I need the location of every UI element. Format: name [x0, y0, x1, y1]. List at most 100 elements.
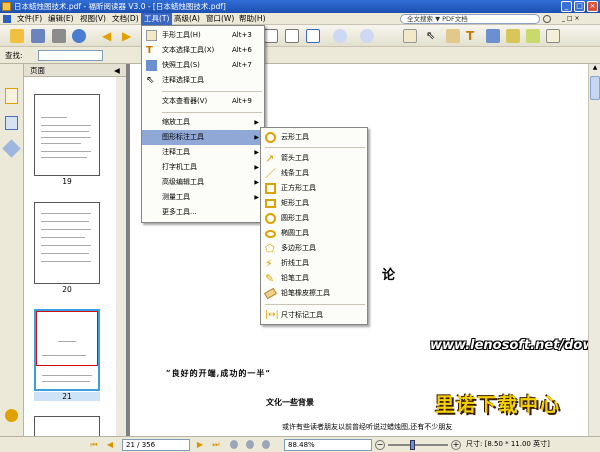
shape-tools-submenu: 云形工具 ↗ 箭头工具 ／ 线条工具 正方形工具 矩形工具 圆形工具 椭圆工具 …: [260, 127, 368, 325]
submenu-item-dimension[interactable]: |↔| 尺寸标记工具: [261, 308, 367, 323]
menu-edit[interactable]: 编辑(E): [45, 13, 77, 25]
menu-window[interactable]: 窗口(W): [203, 13, 237, 25]
panel-scrollbar[interactable]: [116, 77, 126, 436]
find-input[interactable]: [38, 50, 103, 61]
fit-width-icon[interactable]: [306, 29, 320, 43]
bookmarks-tab-icon[interactable]: [5, 116, 18, 130]
binoculars-icon[interactable]: [446, 29, 460, 43]
forward-view-icon[interactable]: [246, 440, 254, 449]
maximize-button[interactable]: □: [574, 1, 585, 12]
menu-item-measure[interactable]: 测量工具 ▶: [142, 190, 264, 205]
pages-tab-icon[interactable]: [5, 88, 18, 104]
submenu-item-polyline[interactable]: ⚡ 折线工具: [261, 256, 367, 271]
submenu-item-eraser[interactable]: 铅笔橡皮擦工具: [261, 286, 367, 301]
back-view-icon[interactable]: [230, 440, 238, 449]
menu-item-snapshot[interactable]: 快照工具(S) Alt+7: [142, 58, 264, 73]
submenu-item-circle[interactable]: 圆形工具: [261, 211, 367, 226]
zoom-in-status-icon[interactable]: +: [451, 440, 461, 450]
app-icon: [2, 2, 11, 11]
prev-page-button-icon[interactable]: ◀: [106, 440, 114, 449]
polyline-icon: ⚡: [265, 257, 273, 270]
zoom-select[interactable]: 88.48%: [284, 439, 372, 451]
menu-bar: 文件(F) 编辑(E) 视图(V) 文档(D) 工具(T) 高级(A) 窗口(W…: [0, 13, 600, 25]
hand-icon: [146, 30, 157, 41]
submenu-arrow-icon: ▶: [254, 119, 259, 126]
text-tool-icon[interactable]: T: [466, 29, 480, 43]
menu-item-zoom[interactable]: 缩放工具 ▶: [142, 115, 264, 130]
menu-item-typewriter[interactable]: 打字机工具 ▶: [142, 160, 264, 175]
menu-view[interactable]: 视图(V): [77, 13, 109, 25]
camera-icon: [146, 60, 157, 71]
menu-item-shape-annotation[interactable]: 图形标注工具 ▶: [142, 130, 264, 145]
submenu-arrow-icon: ▶: [254, 134, 259, 141]
save-icon[interactable]: [31, 29, 45, 43]
submenu-item-rectangle[interactable]: 矩形工具: [261, 196, 367, 211]
fit-page-icon[interactable]: [264, 29, 278, 43]
highlight-icon[interactable]: [526, 29, 540, 43]
menu-item-text-viewer[interactable]: 文本查看器(V) Alt+9: [142, 94, 264, 109]
scroll-up-icon[interactable]: ▲: [590, 64, 600, 74]
thumb-label-21: 21: [34, 392, 100, 401]
menu-advanced[interactable]: 高级(A): [171, 13, 203, 25]
attachment-icon[interactable]: [5, 409, 18, 422]
hand-tool-icon[interactable]: [403, 29, 417, 43]
mdi-controls[interactable]: _ □ ×: [562, 15, 596, 23]
menu-item-hand[interactable]: 手形工具(H) Alt+3: [142, 28, 264, 43]
zoom-out-icon[interactable]: [333, 29, 347, 43]
menu-item-annotation-select[interactable]: ⇖ 注释选择工具: [142, 73, 264, 88]
menu-document[interactable]: 文档(D): [109, 13, 142, 25]
pages-panel: 页面 ◀ 19 20 21: [24, 64, 126, 436]
note-icon[interactable]: [506, 29, 520, 43]
zoom-slider[interactable]: [388, 440, 448, 450]
search-icon[interactable]: [543, 15, 551, 23]
menu-item-advanced-edit[interactable]: 高级编辑工具 ▶: [142, 175, 264, 190]
menu-item-annotation[interactable]: 注释工具 ▶: [142, 145, 264, 160]
submenu-arrow-icon: ▶: [254, 164, 259, 171]
cloud-icon: [265, 132, 276, 143]
collapse-panel-icon[interactable]: ◀: [114, 64, 120, 77]
zoom-in-icon[interactable]: [360, 29, 374, 43]
close-button[interactable]: ×: [587, 1, 598, 12]
first-page-icon[interactable]: ⏮: [90, 440, 98, 449]
tools-menu: 手形工具(H) Alt+3 T 文本选择工具(X) Alt+6 快照工具(S) Alt…: [141, 25, 265, 223]
menu-help[interactable]: 帮助(H): [236, 13, 269, 25]
next-page-icon[interactable]: ▶: [122, 29, 136, 43]
title-bar: 日本蜡烛图技术.pdf - 福昕阅读器 V3.0 - [日本蜡烛图技术.pdf]: [0, 0, 600, 13]
submenu-item-pencil[interactable]: ✎ 铅笔工具: [261, 271, 367, 286]
page-number-field[interactable]: 21 / 356: [122, 439, 190, 451]
submenu-item-polygon[interactable]: ⬠ 多边形工具: [261, 241, 367, 256]
page-thumbnail-22[interactable]: [34, 416, 100, 436]
minimize-button[interactable]: _: [561, 1, 572, 12]
email-icon[interactable]: [72, 29, 86, 43]
menu-item-more-tools[interactable]: 更多工具...: [142, 205, 264, 220]
actual-size-icon[interactable]: [285, 29, 299, 43]
submenu-item-square[interactable]: 正方形工具: [261, 181, 367, 196]
zoom-slider-thumb[interactable]: [410, 440, 415, 450]
search-input[interactable]: 全文搜索 ▼ PDF文档: [400, 14, 540, 24]
find-toolbar: 查找:: [0, 47, 600, 64]
page-thumbnail-21[interactable]: [34, 309, 100, 391]
submenu-item-ellipse[interactable]: 椭圆工具: [261, 226, 367, 241]
typewriter-icon[interactable]: [546, 29, 560, 43]
open-icon[interactable]: [10, 29, 24, 43]
zoom-out-status-icon[interactable]: −: [375, 440, 385, 450]
scroll-thumb[interactable]: [590, 76, 600, 100]
submenu-item-line[interactable]: ／ 线条工具: [261, 166, 367, 181]
submenu-item-cloud[interactable]: 云形工具: [261, 130, 367, 145]
page-thumbnail-19[interactable]: [34, 94, 100, 176]
square-icon: [265, 183, 276, 194]
menu-tools[interactable]: 工具(T): [141, 13, 173, 25]
page-layout-icon[interactable]: [262, 440, 270, 449]
select-icon[interactable]: ⇖: [426, 29, 440, 43]
snapshot-icon[interactable]: [486, 29, 500, 43]
page-scrollbar[interactable]: ▲: [588, 64, 600, 436]
page-thumbnail-20[interactable]: [34, 202, 100, 284]
last-page-icon[interactable]: ⏭: [212, 440, 220, 449]
menu-item-text-select[interactable]: T 文本选择工具(X) Alt+6: [142, 43, 264, 58]
prev-page-icon[interactable]: ◀: [102, 29, 116, 43]
menu-file[interactable]: 文件(F): [14, 13, 45, 25]
next-page-button-icon[interactable]: ▶: [196, 440, 204, 449]
print-icon[interactable]: [52, 29, 66, 43]
submenu-item-arrow[interactable]: ↗ 箭头工具: [261, 151, 367, 166]
layers-tab-icon[interactable]: [2, 139, 21, 158]
